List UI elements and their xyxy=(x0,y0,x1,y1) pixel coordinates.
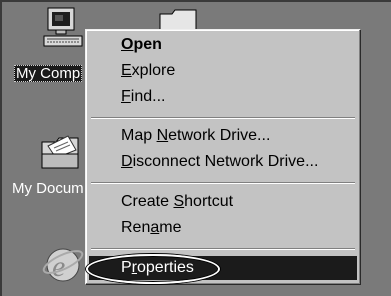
menu-item-explore[interactable]: Explore xyxy=(89,59,357,83)
context-menu: Open Explore Find... Map Network Drive..… xyxy=(85,29,361,285)
folder-icon[interactable] xyxy=(158,6,198,31)
menu-separator xyxy=(91,182,355,184)
frame-border-left xyxy=(0,0,2,296)
menu-item-open[interactable]: Open xyxy=(89,33,357,57)
my-documents-label[interactable]: My Docum xyxy=(12,180,84,197)
my-computer-icon[interactable] xyxy=(42,6,86,58)
menu-item-map-network-drive[interactable]: Map Network Drive... xyxy=(89,124,357,148)
menu-item-create-shortcut[interactable]: Create Shortcut xyxy=(89,190,357,214)
properties-callout-circle xyxy=(86,254,220,284)
menu-item-disconnect-network-drive[interactable]: Disconnect Network Drive... xyxy=(89,150,357,174)
internet-explorer-icon[interactable]: e xyxy=(40,240,86,286)
frame-border-top xyxy=(0,0,391,2)
menu-separator xyxy=(91,117,355,119)
my-computer-label[interactable]: My Comp xyxy=(14,65,83,82)
menu-item-rename[interactable]: Rename xyxy=(89,216,357,240)
menu-separator xyxy=(91,248,355,250)
menu-item-find[interactable]: Find... xyxy=(89,85,357,109)
my-documents-icon[interactable] xyxy=(38,128,82,172)
